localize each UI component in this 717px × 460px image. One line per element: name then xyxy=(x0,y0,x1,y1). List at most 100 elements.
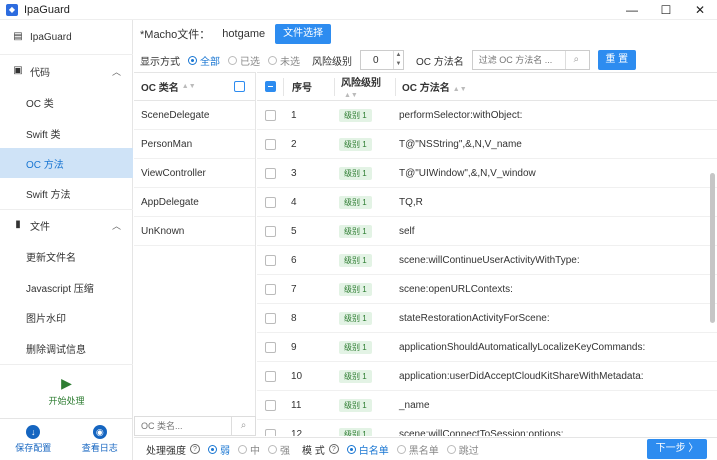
maximize-button[interactable]: ☐ xyxy=(649,0,683,20)
class-list-header[interactable]: OC 类名 ▲▼ xyxy=(134,73,255,101)
sidebar-item-swift-method[interactable]: Swift 方法 xyxy=(0,178,133,208)
row-checkbox[interactable] xyxy=(265,225,276,237)
radio-dot xyxy=(396,444,406,454)
row-checkbox[interactable] xyxy=(265,341,276,353)
class-list-item[interactable]: ViewController xyxy=(134,159,255,188)
row-number: 11 xyxy=(291,399,302,411)
search-icon[interactable]: ⌕ xyxy=(231,417,255,435)
risk-badge: 级别 1 xyxy=(339,166,372,180)
risk-badge: 级别 1 xyxy=(339,253,372,267)
row-checkbox[interactable] xyxy=(265,167,276,179)
scrollbar-thumb[interactable] xyxy=(710,173,715,323)
download-icon: ↓ xyxy=(26,425,41,439)
row-checkbox[interactable] xyxy=(265,370,276,382)
minimize-button[interactable]: — xyxy=(615,0,649,20)
column-header-risk[interactable]: 风险级别▲▼ xyxy=(335,74,395,100)
table-row[interactable]: 12 级别 1 scene:willConnectToSession:options… xyxy=(257,420,717,436)
row-checkbox[interactable] xyxy=(265,196,276,208)
strength-option-strong[interactable]: 强 xyxy=(268,442,290,457)
select-all-classes-checkbox[interactable] xyxy=(234,81,245,92)
risk-badge: 级别 1 xyxy=(339,282,372,296)
risk-level-value: 0 xyxy=(373,54,379,66)
display-option-all[interactable]: 全部 xyxy=(188,53,220,68)
sidebar-item-oc-class[interactable]: OC 类 xyxy=(0,87,133,117)
reset-button[interactable]: 重 置 xyxy=(597,50,636,70)
play-icon: ▶ xyxy=(61,375,72,391)
choose-file-button[interactable]: 文件选择 xyxy=(275,24,332,44)
table-row[interactable]: 1 级别 1 performSelector:withObject: xyxy=(257,101,717,130)
mode-option-skip[interactable]: 跳过 xyxy=(446,442,479,457)
strength-option-medium[interactable]: 中 xyxy=(238,442,260,457)
method-name: scene:willConnectToSession:options: xyxy=(399,428,564,437)
stepper-arrows-icon[interactable]: ▲ ▼ xyxy=(393,51,403,69)
close-button[interactable]: ✕ xyxy=(683,0,717,20)
table-row[interactable]: 9 级别 1 applicationShouldAutomaticallyLocal… xyxy=(257,333,717,362)
select-all-methods-checkbox[interactable] xyxy=(265,81,276,92)
display-option-selected[interactable]: 已选 xyxy=(228,53,260,68)
class-search-input[interactable] xyxy=(135,417,231,435)
window-title: IpaGuard xyxy=(24,3,70,16)
sidebar-item-js-compress[interactable]: Javascript 压缩 xyxy=(0,272,133,302)
table-row[interactable]: 6 级别 1 scene:willContinueUserActivityWithT… xyxy=(257,246,717,275)
table-row[interactable]: 3 级别 1 T@"UIWindow",&,N,V_window xyxy=(257,159,717,188)
start-processing-button[interactable]: ▶ 开始处理 xyxy=(0,365,133,415)
row-checkbox[interactable] xyxy=(265,283,276,295)
column-header-no[interactable]: 序号 xyxy=(284,79,334,94)
method-name: applicationShouldAutomaticallyLocalizeKe… xyxy=(399,341,646,353)
table-row[interactable]: 11 级别 1 _name xyxy=(257,391,717,420)
filter-row: 显示方式 全部 已选 未选 风险级别 0 ▲▼ OC 方法名 ⌕ 重 置 xyxy=(140,50,636,70)
class-list-item[interactable]: PersonMan xyxy=(134,130,255,159)
strength-option-weak[interactable]: 弱 xyxy=(208,442,230,457)
search-icon[interactable]: ⌕ xyxy=(564,51,587,69)
sidebar-item-remove-debug[interactable]: 删除调试信息 xyxy=(0,333,133,363)
sort-icon[interactable]: ▲▼ xyxy=(182,83,196,90)
method-name: _name xyxy=(399,399,430,411)
table-row[interactable]: 4 级别 1 TQ,R xyxy=(257,188,717,217)
class-list-item[interactable]: SceneDelegate xyxy=(134,101,255,130)
table-row[interactable]: 5 级别 1 self xyxy=(257,217,717,246)
method-table: 序号 风险级别▲▼ OC 方法名 ▲▼ 1 级别 1 performSelector:… xyxy=(257,72,717,436)
next-step-button[interactable]: 下一步 〉 xyxy=(647,439,707,459)
row-checkbox[interactable] xyxy=(265,138,276,150)
method-filter-input[interactable] xyxy=(472,51,565,69)
help-icon[interactable]: ? xyxy=(190,444,200,454)
table-row[interactable]: 10 级别 1 application:userDidAcceptCloudKitS… xyxy=(257,362,717,391)
method-table-header: 序号 风险级别▲▼ OC 方法名 ▲▼ xyxy=(257,73,717,101)
column-header-method-name[interactable]: OC 方法名 ▲▼ xyxy=(396,79,717,94)
sort-icon[interactable]: ▲▼ xyxy=(453,86,467,93)
row-checkbox[interactable] xyxy=(265,399,276,411)
sidebar-item-home[interactable]: ▤ IpaGuard xyxy=(0,22,133,52)
class-list-item[interactable]: UnKnown xyxy=(134,217,255,246)
save-config-button[interactable]: ↓ 保存配置 xyxy=(0,419,67,460)
sidebar-item-rename-files[interactable]: 更新文件名 xyxy=(0,241,133,271)
method-name: performSelector:withObject: xyxy=(399,109,523,121)
sidebar-item-swift-class[interactable]: Swift 类 xyxy=(0,118,133,148)
row-checkbox[interactable] xyxy=(265,254,276,266)
sidebar-section-code[interactable]: ▣ 代码 ︿ xyxy=(0,56,133,86)
risk-badge: 级别 1 xyxy=(339,224,372,238)
row-number: 9 xyxy=(291,341,297,353)
table-row[interactable]: 8 级别 1 stateRestorationActivityForScene: xyxy=(257,304,717,333)
macho-file-row: *Macho文件： hotgame 文件选择 xyxy=(140,24,332,44)
class-list-item[interactable]: AppDelegate xyxy=(134,188,255,217)
row-checkbox[interactable] xyxy=(265,312,276,324)
risk-level-stepper[interactable]: 0 ▲ ▼ xyxy=(360,50,404,70)
document-icon: ▤ xyxy=(13,31,23,42)
sort-icon[interactable]: ▲▼ xyxy=(344,92,358,99)
table-row[interactable]: 7 级别 1 scene:openURLContexts: xyxy=(257,275,717,304)
row-number: 12 xyxy=(291,428,303,437)
method-table-body: 1 级别 1 performSelector:withObject: 2 级别 1 T@"… xyxy=(257,101,717,436)
class-search-box: ⌕ xyxy=(134,416,256,436)
sidebar-section-file[interactable]: ▮ 文件 ︿ xyxy=(0,210,133,240)
strength-label: 处理强度 xyxy=(146,445,186,457)
mode-option-whitelist[interactable]: 白名单 xyxy=(346,442,389,457)
view-log-button[interactable]: ◉ 查看日志 xyxy=(67,419,134,460)
table-row[interactable]: 2 级别 1 T@"NSString",&,N,V_name xyxy=(257,130,717,159)
row-checkbox[interactable] xyxy=(265,109,276,121)
row-checkbox[interactable] xyxy=(265,428,276,436)
sidebar-item-oc-method[interactable]: OC 方法 xyxy=(0,148,133,178)
display-option-unselected[interactable]: 未选 xyxy=(268,53,300,68)
mode-option-blacklist[interactable]: 黑名单 xyxy=(396,442,439,457)
sidebar-item-image-watermark[interactable]: 图片水印 xyxy=(0,302,133,332)
help-icon[interactable]: ? xyxy=(328,444,339,454)
